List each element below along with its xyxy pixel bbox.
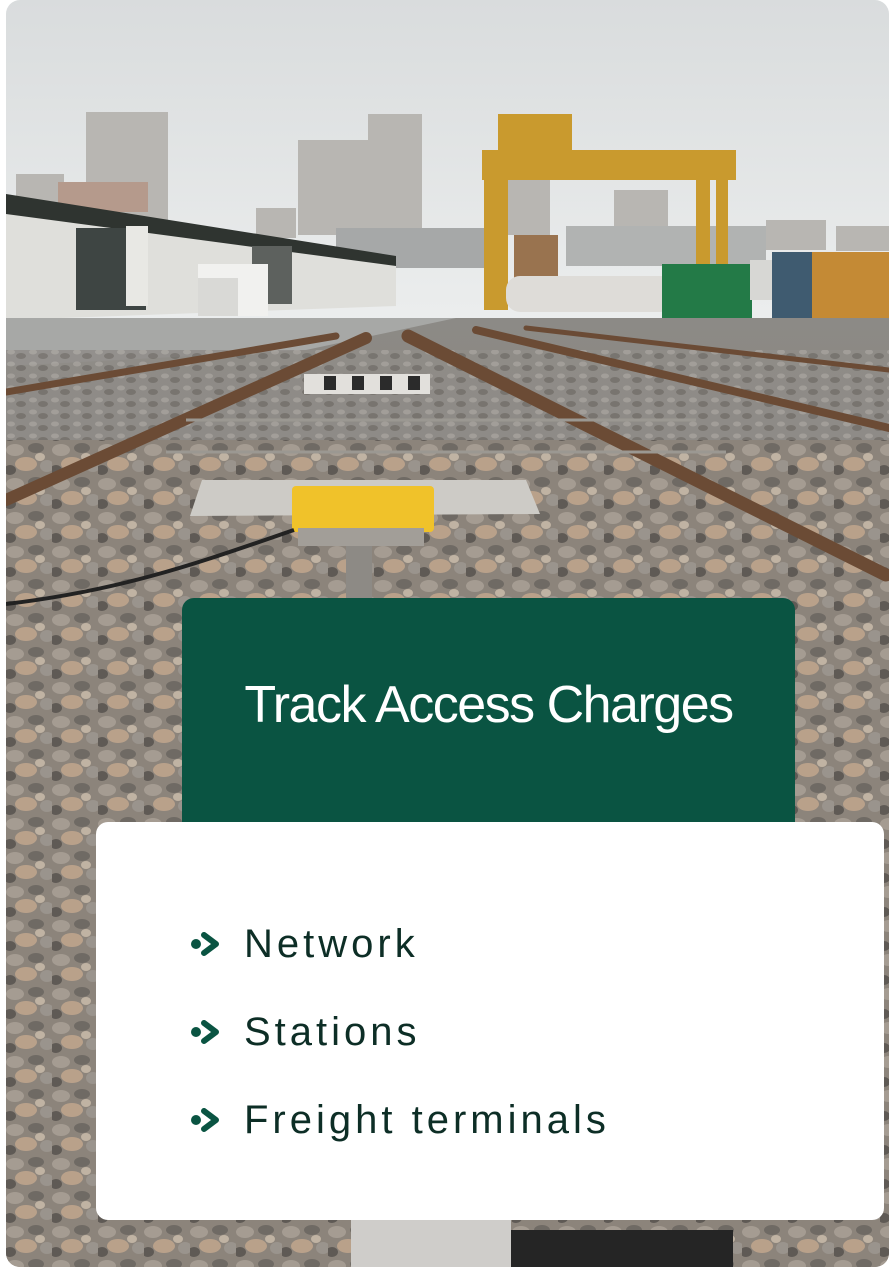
charges-list: Network Stations Freight terminals [190,900,610,1164]
list-item-label: Network [244,921,419,966]
list-item-network: Network [190,900,610,988]
double-chevron-right-icon [191,1020,219,1044]
list-item-label: Stations [244,1009,421,1054]
charges-list-panel: Network Stations Freight terminals [96,822,884,1220]
double-chevron-right-icon [191,1108,219,1132]
list-item-stations: Stations [190,988,610,1076]
title-banner: Track Access Charges [182,598,795,822]
page-title: Track Access Charges [244,676,734,734]
list-item-label: Freight terminals [244,1097,610,1142]
list-item-freight-terminals: Freight terminals [190,1076,610,1164]
double-chevron-right-icon [191,932,219,956]
info-card: Track Access Charges Network Stations Fr… [6,0,889,1267]
